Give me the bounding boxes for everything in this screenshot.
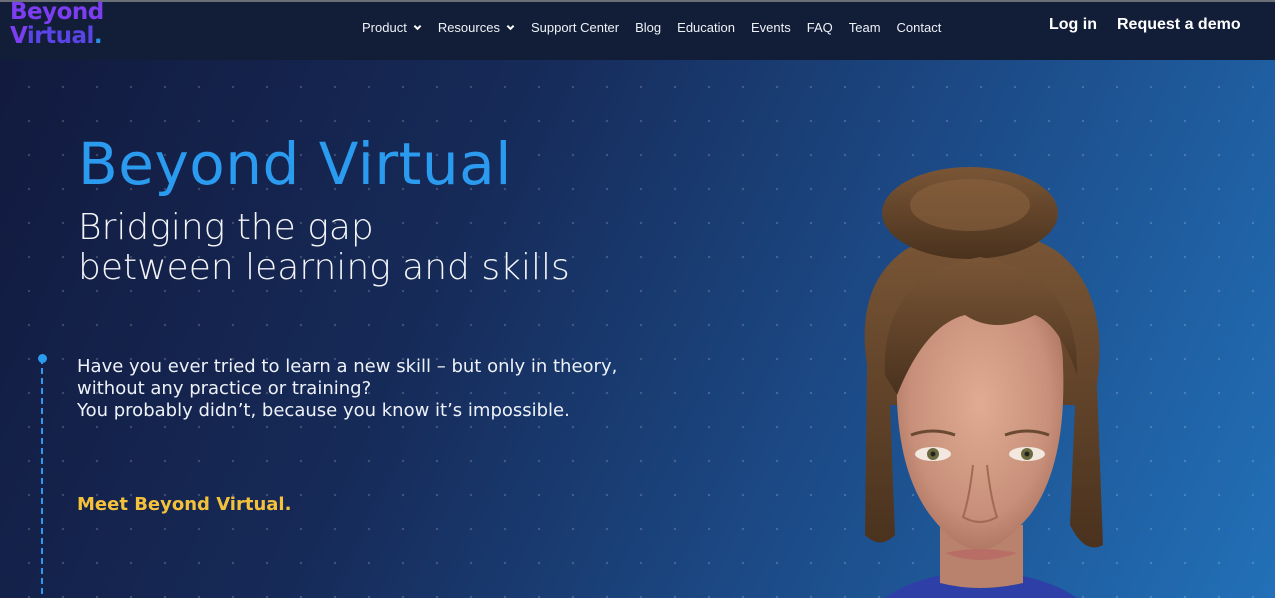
- chevron-down-icon: [506, 23, 515, 32]
- logo-line-2: Virtual.: [10, 23, 103, 49]
- body-line-1: Have you ever tried to learn a new skill…: [77, 356, 618, 377]
- nav-item-contact[interactable]: Contact: [897, 20, 942, 35]
- hero-section: Beyond Virtual Bridging the gap between …: [0, 60, 1275, 598]
- body-line-3: You probably didn’t, because you know it…: [77, 400, 570, 421]
- main-nav: Product Resources Support Center Blog Ed…: [362, 17, 957, 37]
- brand-logo[interactable]: Beyond Virtual.: [10, 0, 110, 54]
- meet-cta-text: Meet Beyond Virtual.: [77, 494, 292, 515]
- subtitle-line-1: Bridging the gap: [78, 207, 374, 248]
- top-navbar: Beyond Virtual. Product Resources Suppor…: [0, 0, 1275, 60]
- virtual-human-avatar-image: [845, 165, 1115, 598]
- chevron-down-icon: [413, 23, 422, 32]
- nav-item-product[interactable]: Product: [362, 20, 422, 35]
- nav-item-faq[interactable]: FAQ: [807, 20, 833, 35]
- nav-item-label: Education: [677, 19, 735, 35]
- nav-item-label: Contact: [896, 19, 942, 35]
- nav-item-events[interactable]: Events: [751, 20, 791, 35]
- nav-item-label: Support Center: [530, 19, 620, 35]
- nav-item-label: Events: [750, 19, 791, 35]
- nav-item-resources[interactable]: Resources: [438, 20, 515, 35]
- subtitle-line-2: between learning and skills: [78, 247, 570, 288]
- hero-body-text: Have you ever tried to learn a new skill…: [77, 356, 617, 422]
- timeline-dashed-line: [41, 358, 43, 598]
- nav-item-blog[interactable]: Blog: [635, 20, 661, 35]
- logo-line-1: Beyond: [10, 0, 104, 25]
- nav-item-label: Resources: [437, 19, 500, 35]
- login-link[interactable]: Log in: [1049, 16, 1097, 34]
- nav-item-team[interactable]: Team: [849, 20, 881, 35]
- nav-item-label: Blog: [635, 19, 662, 35]
- nav-item-education[interactable]: Education: [677, 20, 735, 35]
- request-demo-link[interactable]: Request a demo: [1117, 16, 1241, 34]
- nav-item-label: Product: [362, 19, 407, 35]
- hero-subtitle: Bridging the gap between learning and sk…: [78, 208, 570, 288]
- nav-item-label: Team: [848, 19, 881, 35]
- nav-item-label: FAQ: [806, 19, 833, 35]
- nav-item-support-center[interactable]: Support Center: [531, 20, 619, 35]
- hero-title: Beyond Virtual: [78, 130, 512, 198]
- body-line-2: without any practice or training?: [77, 378, 372, 399]
